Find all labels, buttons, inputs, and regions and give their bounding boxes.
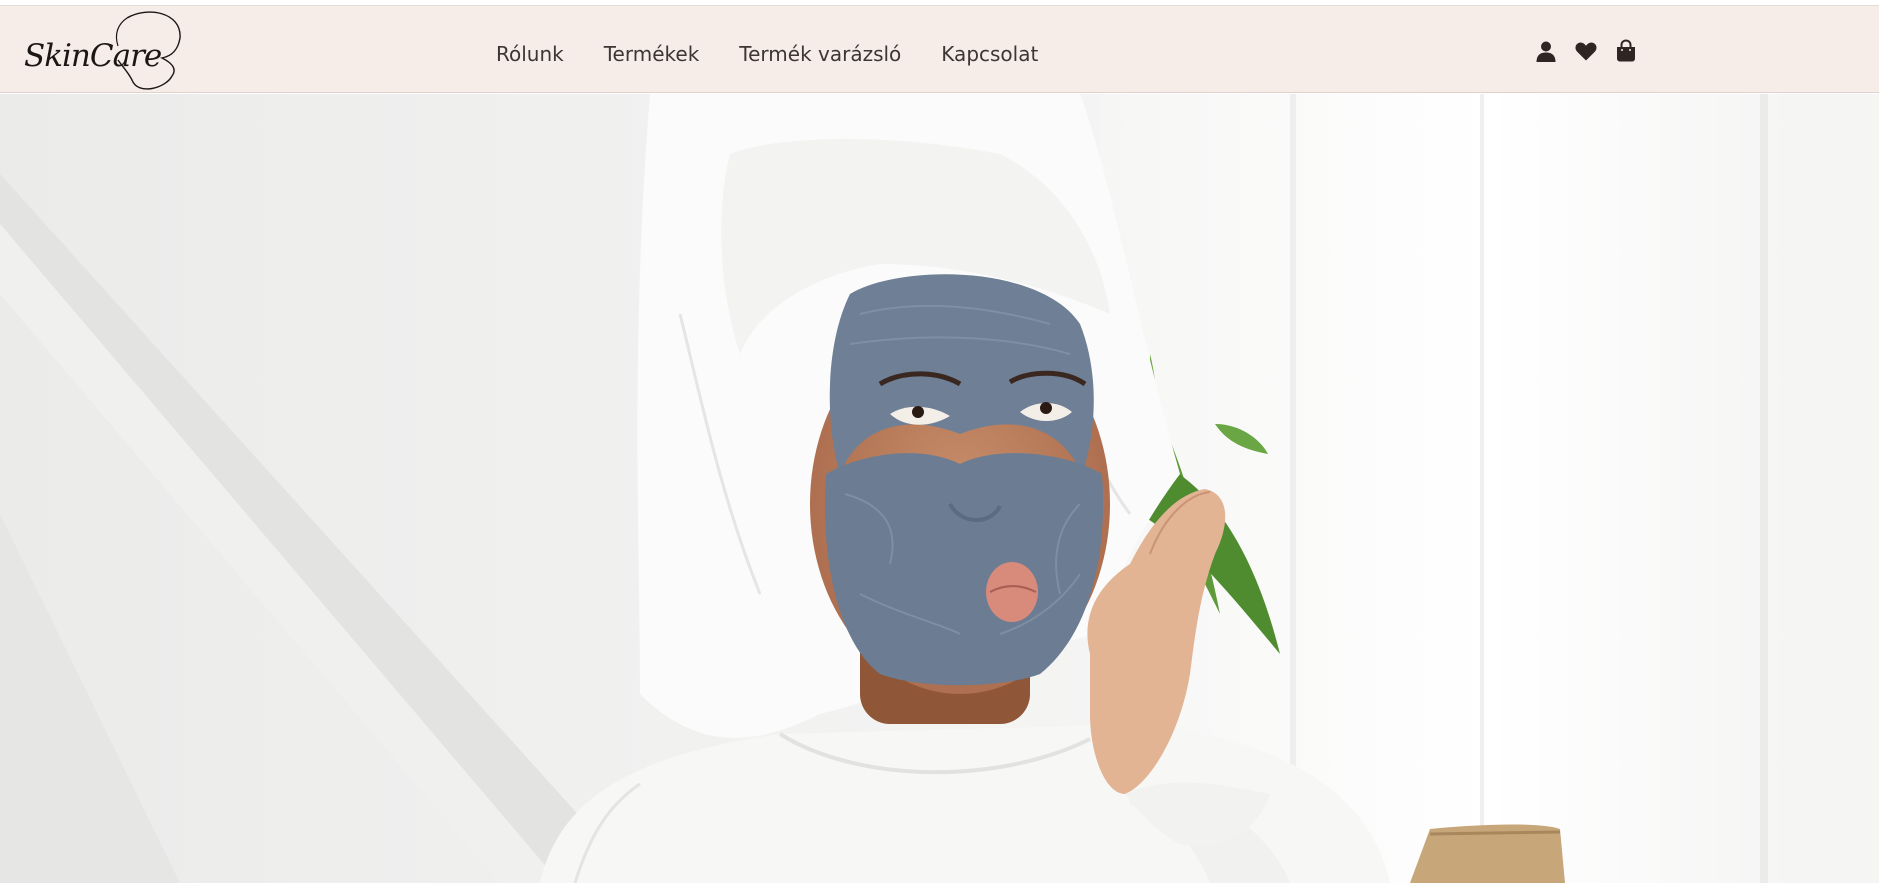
shopping-bag-icon[interactable]: [1613, 38, 1639, 64]
nav-item-kapcsolat[interactable]: Kapcsolat: [941, 37, 1038, 71]
user-icon[interactable]: [1533, 38, 1559, 64]
nav-item-termekek[interactable]: Termékek: [604, 37, 700, 71]
header-icons: [1533, 38, 1653, 64]
hero-banner: [0, 94, 1879, 883]
brand-logo[interactable]: SkinCare: [22, 6, 187, 94]
logo-text: SkinCare: [24, 38, 162, 74]
hero-image: [0, 94, 1879, 883]
nav-item-termek-varazslo[interactable]: Termék varázsló: [739, 37, 901, 71]
nav-item-rolunk[interactable]: Rólunk: [496, 37, 564, 71]
main-nav: Rólunk Termékek Termék varázsló Kapcsola…: [496, 37, 1078, 71]
heart-icon[interactable]: [1573, 38, 1599, 64]
site-header: SkinCare Rólunk Termékek Termék varázsló…: [0, 5, 1879, 93]
